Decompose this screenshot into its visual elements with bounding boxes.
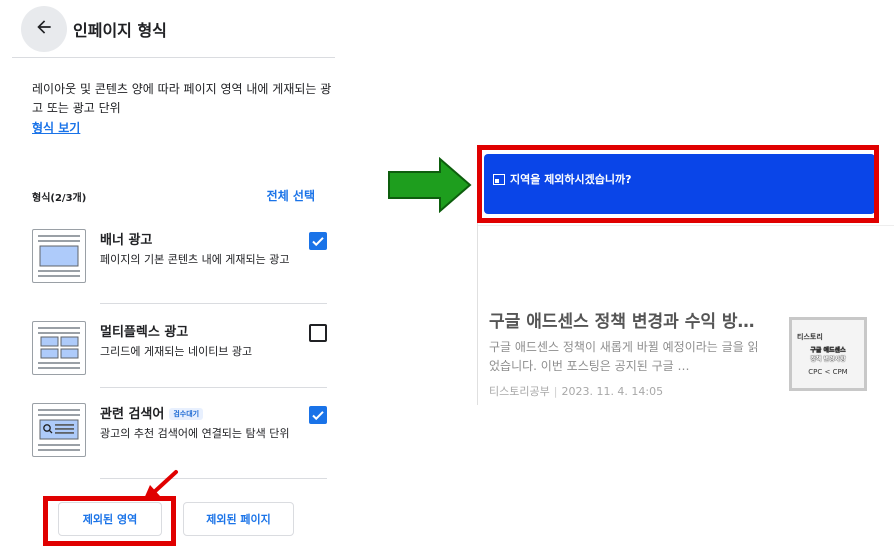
format-name-text: 관련 검색어 (100, 407, 165, 422)
format-item-related-search: 관련 검색어 검수대기 광고의 추천 검색어에 연결되는 탐색 단위 (32, 403, 327, 463)
post-author: 티스토리공부 (489, 385, 550, 398)
panel-header: 인페이지 형식 (12, 0, 335, 58)
banner-layout-icon (38, 235, 80, 277)
related-search-format-thumbnail (32, 403, 86, 457)
divider (100, 478, 327, 479)
post-thumbnail[interactable]: 티스토리 구글 애드센스 정책 변경사항 CPC < CPM (789, 317, 867, 391)
post-meta: 티스토리공부 | 2023. 11. 4. 14:05 (489, 385, 664, 398)
format-description-text: 그리드에 게재되는 네이티브 광고 (100, 345, 253, 358)
format-description: 레이아웃 및 콘텐츠 양에 따라 페이지 영역 내에 게재되는 광고 또는 광고… (32, 82, 332, 115)
banner-checkbox[interactable] (309, 232, 327, 250)
thumbnail-text: 정책 변경사항 (810, 356, 846, 363)
highlight-box (477, 145, 879, 223)
format-name: 배너 광고 (100, 233, 153, 248)
multiplex-checkbox[interactable] (309, 324, 327, 342)
format-name: 관련 검색어 검수대기 (100, 403, 204, 422)
post-date: 2023. 11. 4. 14:05 (561, 385, 664, 398)
format-item-banner: 배너 광고 페이지의 기본 콘텐츠 내에 게재되는 광고 (32, 229, 327, 289)
format-count-label: 형식(2/3개) (32, 193, 87, 204)
divider (100, 387, 327, 388)
status-badge: 검수대기 (169, 408, 204, 420)
banner-format-thumbnail (32, 229, 86, 283)
search-layout-icon (38, 409, 80, 451)
format-description-text: 광고의 추천 검색어에 연결되는 탐색 단위 (100, 427, 290, 440)
post-title[interactable]: 구글 애드센스 정책 변경과 수익 방… (489, 307, 769, 332)
format-item-multiplex: 멀티플렉스 광고 그리드에 게재되는 네이티브 광고 (32, 321, 327, 376)
format-description-text: 페이지의 기본 콘텐츠 내에 게재되는 광고 (100, 253, 290, 266)
divider (100, 303, 327, 304)
page-title: 인페이지 형식 (73, 21, 167, 40)
divider (478, 225, 894, 226)
excluded-pages-button[interactable]: 제외된 페이지 (183, 502, 294, 536)
view-formats-link[interactable]: 형식 보기 (32, 119, 80, 136)
thumbnail-text: 구글 애드센스 (810, 347, 846, 354)
checkmark-icon (312, 237, 324, 247)
multiplex-format-thumbnail (32, 321, 86, 375)
grid-layout-icon (38, 327, 80, 369)
select-all-button[interactable]: 전체 선택 (267, 187, 315, 204)
back-button[interactable] (21, 6, 67, 52)
related-search-checkbox[interactable] (309, 406, 327, 424)
green-arrow-icon (388, 157, 472, 213)
checkmark-icon (312, 411, 324, 421)
thumbnail-text: 티스토리 (797, 333, 823, 341)
thumbnail-text: CPC < CPM (808, 368, 848, 376)
format-name: 멀티플렉스 광고 (100, 325, 189, 340)
red-pointer-arrow-icon (143, 470, 178, 501)
arrow-left-icon (34, 17, 54, 41)
post-excerpt: 구글 애드센스 정책이 새롭게 바뀔 예정이라는 글을 읽었습니다. 이번 포스… (489, 340, 759, 373)
